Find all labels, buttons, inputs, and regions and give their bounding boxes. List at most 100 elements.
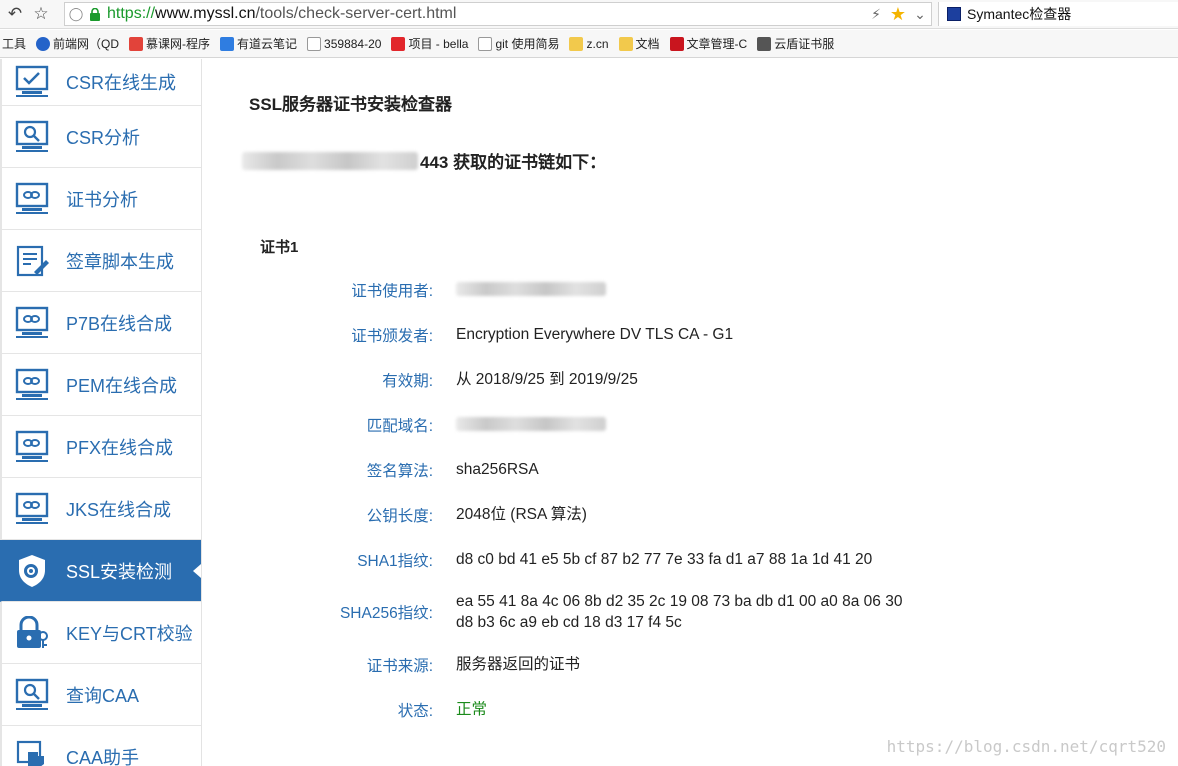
sidebar-item[interactable]: JKS在线合成 (0, 478, 201, 540)
monitor-search-icon (14, 120, 50, 154)
document-pen-icon (14, 244, 50, 278)
value-line: ea 55 41 8a 4c 06 8b d2 35 2c 19 08 73 b… (456, 593, 903, 610)
shield-icon: ◯ (68, 6, 84, 21)
cert-field-key: 有效期: (382, 373, 433, 390)
bookmark-item[interactable]: 文章管理-C (669, 35, 747, 52)
shield-gear-icon (14, 554, 50, 588)
cert-title: 证书1 (260, 239, 299, 256)
note-blue-icon (220, 36, 235, 51)
cert-field-value: 从 2018/9/25 到 2019/9/25 (456, 369, 638, 391)
bookmark-item[interactable]: 项目 - bella (391, 35, 468, 52)
lock-icon (87, 7, 103, 21)
cert-field-key: 证书颁发者: (351, 328, 433, 345)
sidebar-item[interactable]: 查询CAA (0, 664, 201, 726)
circle-blue-icon (36, 36, 51, 51)
cert-field-key: 状态: (397, 703, 433, 720)
monitor-link-icon (14, 492, 50, 526)
value-line: 2048位 (RSA 算法) (456, 506, 587, 523)
sidebar-item-label: JKS在线合成 (66, 499, 172, 520)
bookmark-item[interactable]: 前端网（QD (36, 35, 119, 52)
url-field[interactable]: ◯ https://www.myssl.cn/tools/check-serve… (64, 2, 932, 26)
cert-field-row: 匹配域名: (202, 414, 1178, 437)
folder-icon (618, 36, 633, 51)
cert-field-key: 匹配域名: (366, 418, 433, 435)
value-line: 服务器返回的证书 (456, 656, 581, 673)
value-line: d8 c0 bd 41 e5 5b cf 87 b2 77 7e 33 fa d… (456, 551, 873, 568)
cert-field-value: 正常 (456, 699, 487, 721)
search-engine-label: Symantec检查器 (967, 6, 1072, 22)
g-red-icon (391, 36, 406, 51)
monitor-link-icon (14, 182, 50, 216)
redacted-value (456, 279, 606, 302)
bookmark-label: 有道云笔记 (237, 37, 298, 51)
bookmark-item[interactable]: 云盾证书服 (757, 35, 834, 52)
sidebar-item[interactable]: CAA助手 (0, 726, 201, 766)
flame-red-icon (129, 36, 144, 51)
cert-field-key: 公钥长度: (366, 508, 433, 525)
sidebar-item[interactable]: PFX在线合成 (0, 416, 201, 478)
sidebar-item-label: 签章脚本生成 (66, 251, 174, 272)
bookmark-label: git 使用简易 (495, 37, 560, 51)
lock-key-icon (14, 615, 50, 650)
cert-field-key: SHA256指纹: (339, 605, 433, 622)
monitor-link-icon (14, 306, 50, 340)
cert-field-value: 2048位 (RSA 算法) (456, 504, 587, 526)
bookmark-item[interactable]: 工具 (2, 35, 26, 52)
bookmark-star-icon[interactable]: ☆ (30, 3, 52, 25)
cloud-shield-icon (757, 36, 772, 51)
bookmark-label: 项目 - bella (408, 37, 469, 51)
bookmark-label: 359884-20 (324, 36, 382, 51)
sidebar-nav: CSR在线生成 CSR分析 证书分析签章脚本生成 P7B在线合成 PEM在线合成 PFX在… (0, 59, 202, 766)
sidebar-item[interactable]: 签章脚本生成 (0, 230, 201, 292)
cert-field-key: SHA1指纹: (357, 553, 433, 570)
monitor-link-icon (14, 368, 50, 402)
sidebar-item[interactable]: KEY与CRT校验 (0, 602, 201, 664)
bookmark-label: 工具 (2, 37, 27, 51)
c-red-icon (669, 36, 684, 51)
sidebar-item[interactable]: CSR分析 (0, 106, 201, 168)
sidebar-item-label: CSR在线生成 (66, 73, 177, 93)
favorite-star-icon[interactable]: ★ (887, 4, 909, 25)
bookmark-label: z.cn (586, 36, 609, 51)
cert-field-value: 服务器返回的证书 (456, 654, 580, 676)
sidebar-item[interactable]: PEM在线合成 (0, 354, 201, 416)
sidebar-item-label: CAA助手 (66, 747, 140, 766)
sidebar-item[interactable]: P7B在线合成 (0, 292, 201, 354)
bookmark-item[interactable]: 慕课网-程序 (129, 35, 210, 52)
sidebar-item-label: P7B在线合成 (66, 313, 173, 334)
bookmark-label: 文档 (635, 37, 660, 51)
redacted-host (242, 151, 418, 170)
value-line: sha256RSA (456, 461, 539, 478)
cert-field-row: SHA1指纹: d8 c0 bd 41 e5 5b cf 87 b2 77 7e … (202, 549, 1178, 571)
bookmark-item[interactable]: 359884-20 (307, 36, 382, 51)
sidebar-item[interactable]: SSL安装检测 (0, 540, 201, 602)
folder-icon (569, 36, 584, 51)
bookmark-item[interactable]: 文档 (618, 35, 660, 52)
main-content: SSL服务器证书安装检查器 443 获取的证书链如下： 证书1 证书使用者: 证书… (202, 59, 1178, 766)
lightning-icon[interactable]: ⚡ (865, 6, 887, 23)
chevron-down-icon[interactable]: ⌄ (909, 6, 931, 23)
cert-field-row: 有效期: 从 2018/9/25 到 2019/9/25 (202, 369, 1178, 391)
search-engine-box[interactable]: Symantec检查器 (938, 2, 1178, 26)
cert-field-row: 证书颁发者: Encryption Everywhere DV TLS CA - … (202, 324, 1178, 346)
cert-field-key: 签名算法: (366, 463, 433, 480)
sidebar-item[interactable]: CSR在线生成 (0, 59, 201, 106)
cert-field-row: 签名算法: sha256RSA (202, 459, 1178, 481)
bookmark-item[interactable]: git 使用简易 (478, 35, 559, 52)
page-title: SSL服务器证书安装检查器 (249, 95, 453, 114)
back-icon[interactable]: ↶ (4, 3, 26, 25)
value-line: 正常 (456, 701, 488, 718)
bookmark-item[interactable]: z.cn (569, 36, 609, 51)
sidebar-item-label: SSL安装检测 (66, 561, 173, 582)
sidebar-item-label: PFX在线合成 (66, 437, 174, 458)
monitor-link-icon (14, 430, 50, 464)
monitor-search-icon (14, 678, 50, 712)
hand-icon (14, 740, 50, 766)
bookmark-item[interactable]: 有道云笔记 (220, 35, 297, 52)
value-line: d8 b3 6c a9 eb cd 18 d3 17 f4 5c (456, 614, 682, 631)
sidebar-item-label: PEM在线合成 (66, 375, 178, 396)
bookmark-label: 慕课网-程序 (146, 37, 211, 51)
sidebar-item[interactable]: 证书分析 (0, 168, 201, 230)
bookmarks-bar: 工具 前端网（QD 慕课网-程序 有道云笔记 359884-20 项目 - bella gi… (0, 30, 1178, 58)
sidebar-item-label: 查询CAA (66, 685, 140, 706)
